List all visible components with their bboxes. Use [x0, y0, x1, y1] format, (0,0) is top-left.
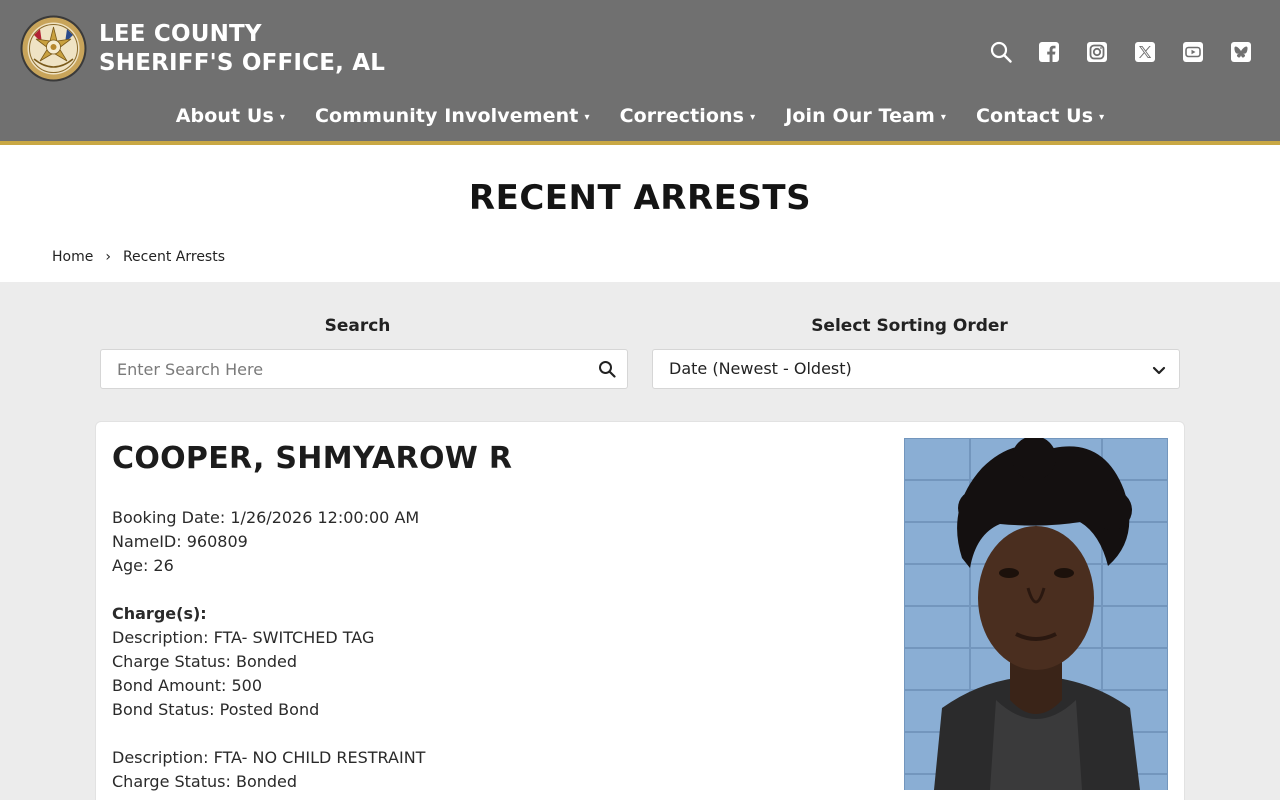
facebook-icon[interactable] — [1038, 41, 1060, 63]
nav-label: Join Our Team — [785, 105, 935, 127]
main-nav: About Us ▾ Community Involvement ▾ Corre… — [0, 105, 1280, 127]
charge-status: Charge Status: Bonded — [112, 772, 298, 791]
charge-description: Description: FTA- SWITCHED TAG — [112, 628, 375, 647]
site-title-line2[interactable]: SHERIFF'S OFFICE, AL — [99, 49, 385, 78]
age: Age: 26 — [112, 556, 174, 575]
charge-status: Charge Status: Bonded — [112, 652, 298, 671]
x-twitter-icon[interactable] — [1134, 41, 1156, 63]
name-id: NameID: 960809 — [112, 532, 248, 551]
breadcrumb-home[interactable]: Home — [52, 249, 93, 265]
sort-label: Select Sorting Order — [811, 316, 1008, 336]
nav-corrections[interactable]: Corrections ▾ — [620, 105, 756, 127]
site-title-line1[interactable]: LEE COUNTY — [99, 20, 385, 49]
breadcrumb: Home › Recent Arrests — [52, 249, 225, 265]
caret-down-icon: ▾ — [1099, 111, 1105, 123]
arrest-details: Booking Date: 1/26/2026 12:00:00 AM Name… — [112, 506, 425, 794]
arrestee-name: COOPER, SHMYAROW R — [112, 441, 513, 476]
bond-amount: Bond Amount: 500 — [112, 676, 263, 695]
nav-about-us[interactable]: About Us ▾ — [176, 105, 285, 127]
page-title: RECENT ARRESTS — [468, 178, 812, 218]
nav-label: Contact Us — [976, 105, 1094, 127]
header-icons — [990, 41, 1252, 63]
sort-order-select[interactable]: Date (Newest - Oldest) — [652, 349, 1180, 389]
search-input[interactable] — [101, 350, 581, 388]
mugshot-photo — [904, 438, 1168, 790]
nav-contact-us[interactable]: Contact Us ▾ — [976, 105, 1104, 127]
caret-down-icon: ▾ — [279, 111, 285, 123]
chevron-down-icon — [1152, 366, 1166, 375]
nav-community-involvement[interactable]: Community Involvement ▾ — [315, 105, 590, 127]
sheriff-badge-logo[interactable] — [20, 15, 87, 82]
search-label: Search — [324, 316, 391, 336]
youtube-icon[interactable] — [1182, 41, 1204, 63]
nav-join-our-team[interactable]: Join Our Team ▾ — [785, 105, 946, 127]
search-field[interactable] — [100, 349, 628, 389]
caret-down-icon: ▾ — [750, 111, 756, 123]
bond-status: Bond Status: Posted Bond — [112, 700, 320, 719]
instagram-icon[interactable] — [1086, 41, 1108, 63]
charges-heading: Charge(s): — [112, 604, 207, 623]
bluesky-icon[interactable] — [1230, 41, 1252, 63]
search-icon[interactable] — [598, 360, 616, 378]
site-title[interactable]: LEE COUNTY SHERIFF'S OFFICE, AL — [99, 20, 385, 78]
breadcrumb-current: Recent Arrests — [122, 249, 226, 265]
caret-down-icon: ▾ — [584, 111, 590, 123]
nav-label: About Us — [175, 105, 274, 127]
sort-selected-value: Date (Newest - Oldest) — [669, 359, 852, 378]
search-icon[interactable] — [990, 41, 1012, 63]
breadcrumb-separator: › — [105, 249, 111, 265]
booking-date: Booking Date: 1/26/2026 12:00:00 AM — [112, 508, 420, 527]
nav-label: Corrections — [619, 105, 745, 127]
caret-down-icon: ▾ — [940, 111, 946, 123]
nav-label: Community Involvement — [315, 105, 579, 127]
charge-description: Description: FTA- NO CHILD RESTRAINT — [112, 748, 426, 767]
